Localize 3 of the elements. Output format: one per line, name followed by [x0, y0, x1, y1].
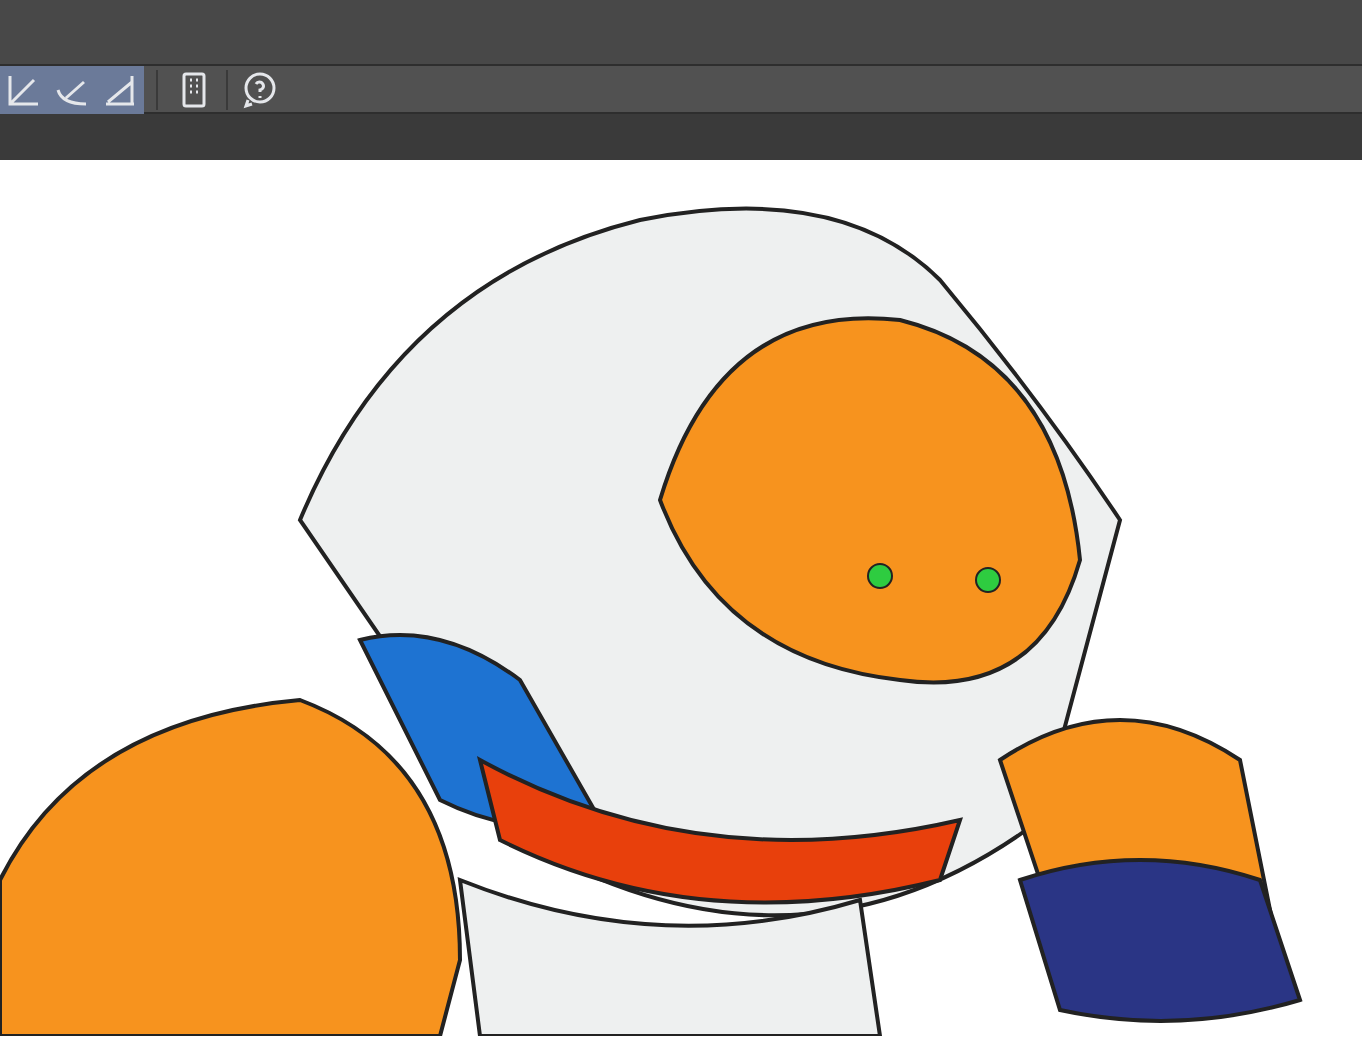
toolbar-button[interactable] [0, 65, 48, 113]
toolbar-button[interactable] [96, 65, 144, 113]
help-icon [240, 69, 280, 109]
